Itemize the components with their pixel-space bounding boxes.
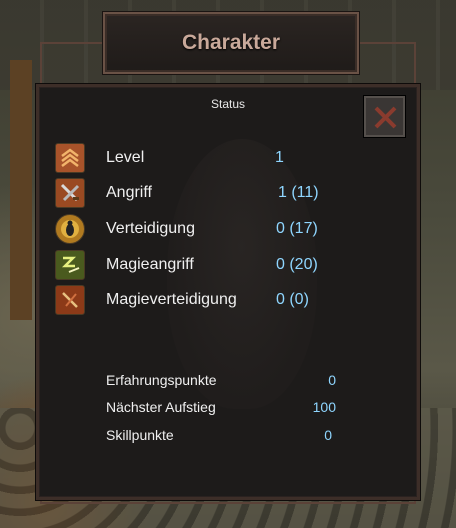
info-row-next-level: Nächster Aufstieg 100 — [106, 399, 336, 419]
stat-label-level: Level — [106, 149, 145, 166]
info-label-experience: Erfahrungspunkte — [106, 372, 217, 388]
window-title: Charakter — [181, 31, 281, 54]
stat-label-attack: Angriff — [106, 184, 152, 201]
stat-row-attack: Angriff 1 (11) — [55, 178, 405, 208]
character-panel: Status Level 1 Angriff 1 (11) Verteidigu… — [36, 84, 420, 500]
info-label-skillpoints: Skillpunkte — [106, 427, 174, 443]
stat-value-magic-attack: 0 (20) — [276, 256, 318, 273]
stat-label-defense: Verteidigung — [106, 220, 195, 237]
stat-value-magic-defense: 0 (0) — [276, 291, 309, 308]
level-chevrons-icon — [55, 143, 85, 173]
close-icon — [374, 106, 397, 129]
stat-label-magic-defense: Magieverteidigung — [106, 291, 237, 308]
stat-value-defense: 0 (17) — [276, 220, 318, 237]
info-value-experience: 0 — [328, 372, 336, 388]
attack-swords-icon — [55, 178, 85, 208]
background-post — [10, 60, 32, 320]
info-row-experience: Erfahrungspunkte 0 — [106, 372, 336, 392]
window-title-plate: Charakter — [103, 12, 359, 74]
stat-value-attack: 1 (11) — [278, 184, 319, 201]
info-value-skillpoints: 0 — [324, 427, 332, 443]
info-value-next-level: 100 — [312, 399, 336, 415]
stat-value-level: 1 — [275, 149, 284, 166]
stat-row-defense: Verteidigung 0 (17) — [55, 214, 405, 244]
section-label: Status — [210, 97, 246, 111]
magic-attack-icon — [55, 250, 85, 280]
stat-row-level: Level 1 — [55, 143, 405, 173]
stat-row-magic-defense: Magieverteidigung 0 (0) — [55, 285, 405, 315]
stat-label-magic-attack: Magieangriff — [106, 256, 194, 273]
close-button[interactable] — [364, 96, 405, 137]
stat-row-magic-attack: Magieangriff 0 (20) — [55, 250, 405, 280]
info-row-skillpoints: Skillpunkte 0 — [106, 427, 336, 447]
defense-beetle-icon — [55, 214, 85, 244]
info-label-next-level: Nächster Aufstieg — [106, 399, 216, 415]
magic-defense-icon — [55, 285, 85, 315]
